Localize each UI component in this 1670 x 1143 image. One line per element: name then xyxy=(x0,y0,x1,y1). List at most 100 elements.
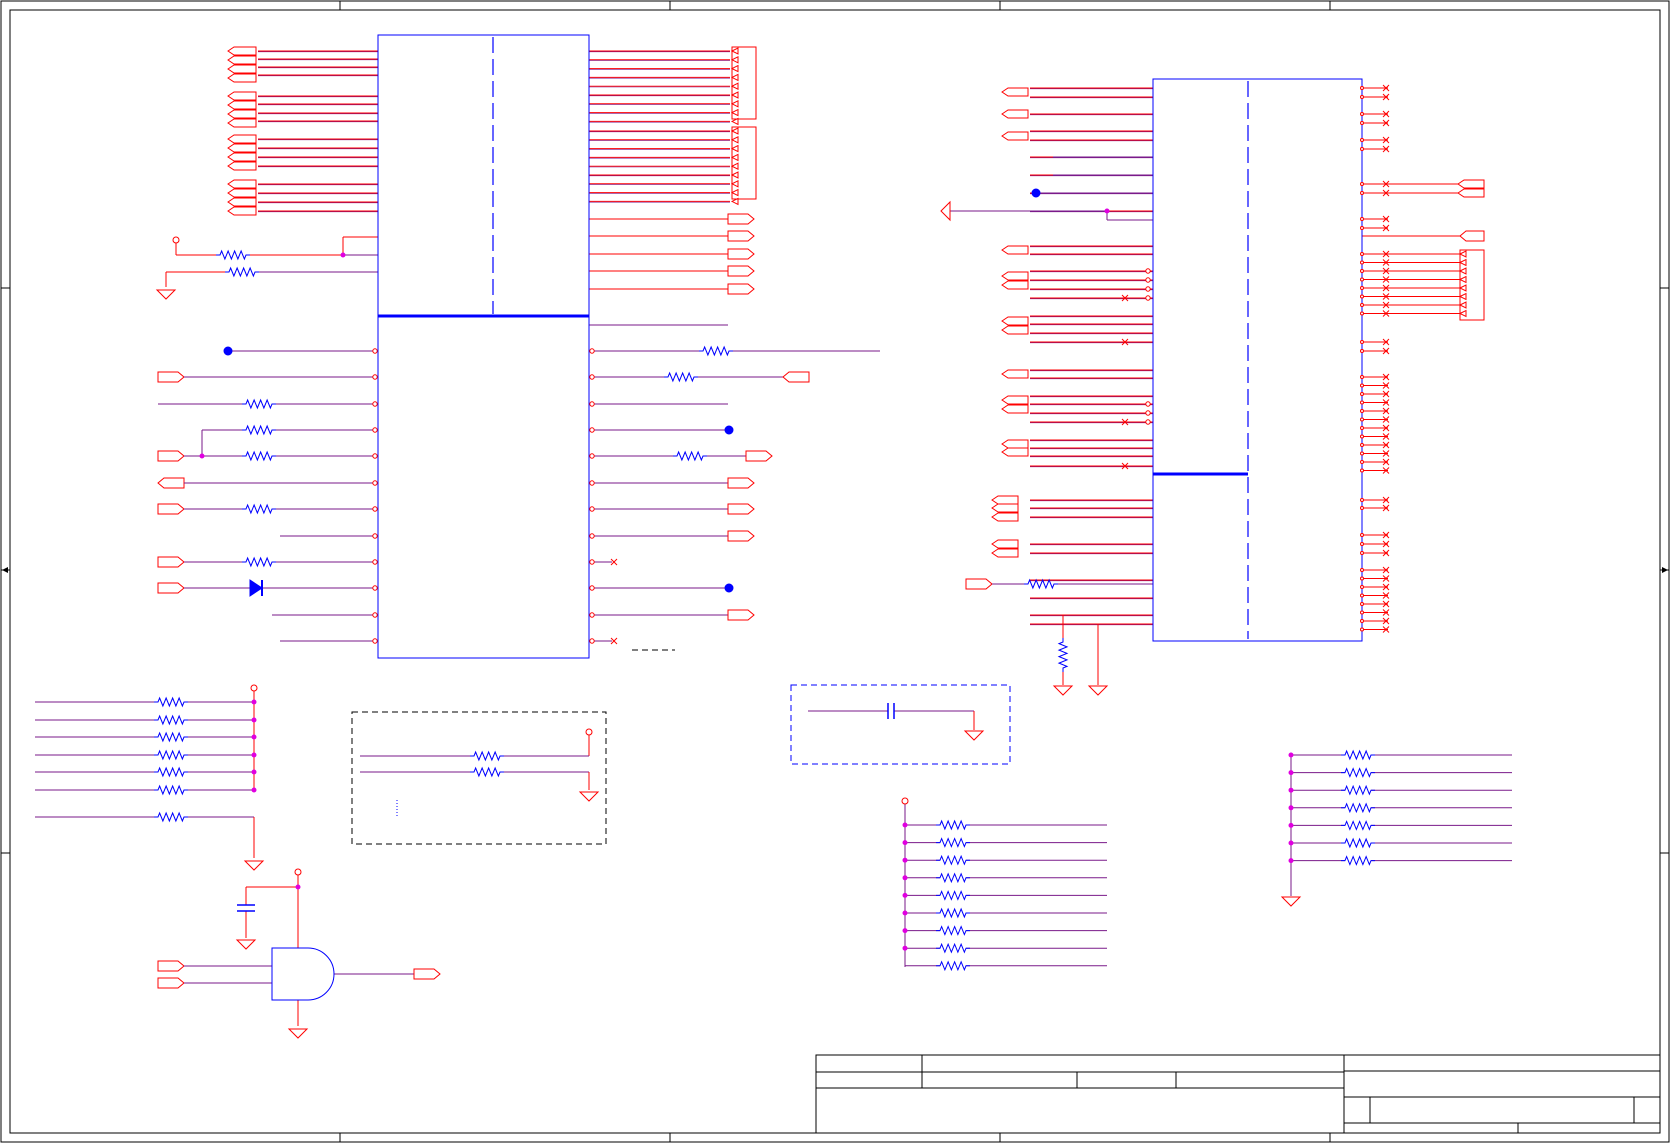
pin-bubble xyxy=(589,348,595,354)
junction xyxy=(902,910,908,916)
pin-bubble xyxy=(589,585,595,591)
resistor xyxy=(154,784,188,796)
resistor xyxy=(699,345,733,357)
pin-bubble xyxy=(1360,619,1364,623)
diode-icon xyxy=(249,579,263,597)
resistor xyxy=(1341,767,1375,778)
pin-bubble xyxy=(372,427,378,433)
pin-bubble xyxy=(1360,86,1364,90)
input-port xyxy=(157,960,185,972)
power-pin xyxy=(250,684,258,692)
output-port xyxy=(727,503,755,515)
pin-bubble xyxy=(589,533,595,539)
resistor xyxy=(936,925,970,936)
test-point xyxy=(223,346,233,356)
resistor xyxy=(470,750,504,762)
resistor xyxy=(154,766,188,778)
pin-bubble xyxy=(1360,551,1364,555)
resistor xyxy=(1341,820,1375,831)
pin-bubble xyxy=(1145,419,1151,425)
input-port xyxy=(157,503,185,515)
pin-bubble xyxy=(1360,585,1364,589)
resistor xyxy=(1057,638,1069,672)
resistor xyxy=(1341,855,1375,866)
pin-bubble xyxy=(1360,602,1364,606)
junction xyxy=(902,892,908,898)
junction xyxy=(902,875,908,881)
pin-bubble xyxy=(1360,568,1364,572)
pin-bubble xyxy=(1360,409,1364,413)
junction xyxy=(1104,208,1110,214)
junction xyxy=(902,857,908,863)
bus-arrow xyxy=(1458,275,1467,284)
resistor xyxy=(216,249,250,261)
resistor xyxy=(936,872,970,884)
pin-bubble xyxy=(1360,303,1364,307)
bus-port xyxy=(227,100,257,110)
bus-port xyxy=(1001,447,1029,457)
input-port xyxy=(782,371,810,383)
junction xyxy=(251,699,257,705)
pin-bubble xyxy=(589,506,595,512)
ground-symbol xyxy=(1087,685,1109,696)
resistor xyxy=(242,503,276,515)
drawing-frame xyxy=(0,0,1670,1143)
resistor xyxy=(154,811,188,823)
pin-bubble xyxy=(1360,311,1364,316)
pin-bubble xyxy=(1360,434,1364,439)
pin-bubble xyxy=(1360,191,1364,195)
bus-port xyxy=(227,64,257,74)
power-pin xyxy=(172,236,180,244)
bus-arrow xyxy=(730,135,739,144)
test-point xyxy=(1031,188,1041,198)
pin-bubble xyxy=(1145,295,1151,301)
junction xyxy=(1288,840,1294,846)
resistor xyxy=(936,907,970,919)
bus-arrow xyxy=(730,99,739,108)
input-port xyxy=(157,371,185,383)
junction xyxy=(902,928,908,934)
resistor xyxy=(154,731,188,743)
output-port xyxy=(413,968,441,980)
pin-bubble xyxy=(372,453,378,459)
ground-symbol xyxy=(1052,685,1074,696)
bus-port xyxy=(1001,316,1029,326)
bus-port xyxy=(227,206,257,216)
pin-bubble xyxy=(589,401,595,407)
resistor xyxy=(154,714,188,726)
pin-bubble xyxy=(1360,252,1364,256)
pin-bubble xyxy=(1360,627,1364,632)
resistor xyxy=(1024,578,1058,590)
bus-arrow xyxy=(730,47,739,55)
bus-port xyxy=(1001,131,1029,141)
pin-bubble xyxy=(1145,277,1151,283)
pin-bubble xyxy=(1360,138,1364,142)
bus-port xyxy=(1001,395,1029,405)
input-port xyxy=(157,582,185,594)
pin-bubble xyxy=(1360,182,1364,186)
zone-arrow-left xyxy=(2,567,8,573)
pin-bubble xyxy=(372,401,378,407)
junction xyxy=(1288,752,1294,758)
bus-port xyxy=(1001,271,1029,281)
bus-port xyxy=(227,161,257,171)
output-port xyxy=(727,609,755,621)
pin-bubble xyxy=(1360,217,1364,221)
pin-bubble xyxy=(1360,147,1364,151)
output-port xyxy=(745,450,773,462)
pin-bubble xyxy=(1360,226,1364,230)
pin-bubble xyxy=(1360,392,1364,396)
resistor xyxy=(154,749,188,761)
junction xyxy=(199,453,205,459)
bus-arrow xyxy=(730,162,739,171)
pin-bubble xyxy=(1360,269,1364,273)
bus-port xyxy=(227,143,257,153)
bus-arrow xyxy=(730,171,739,179)
junction xyxy=(340,252,346,258)
inner-border xyxy=(9,9,1661,1134)
junction xyxy=(1288,770,1294,776)
bus-port xyxy=(1001,245,1029,255)
schematic-sheet xyxy=(0,0,1670,1143)
pin-bubble xyxy=(1360,443,1364,447)
pin-bubble xyxy=(1360,426,1364,430)
